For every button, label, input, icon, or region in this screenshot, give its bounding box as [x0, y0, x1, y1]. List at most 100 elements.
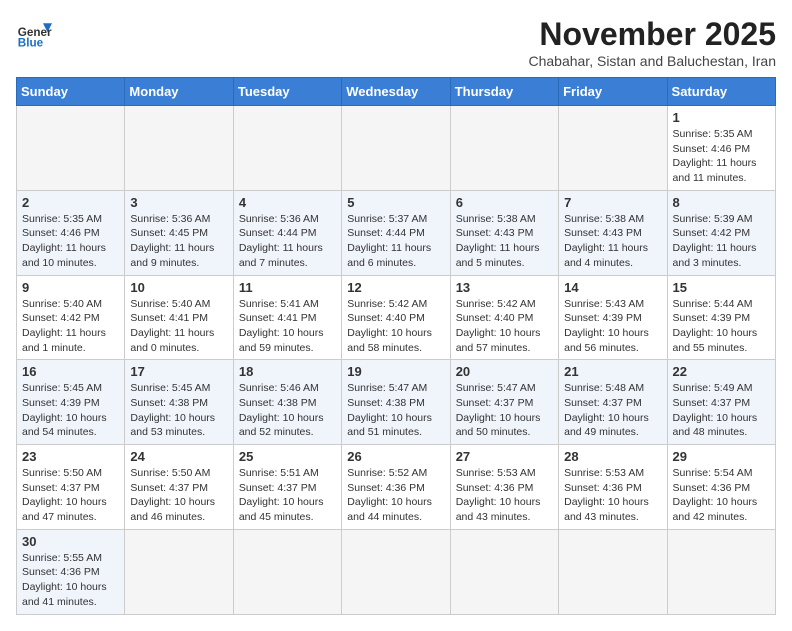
- day-info: Sunrise: 5:42 AM Sunset: 4:40 PM Dayligh…: [347, 297, 444, 356]
- calendar-day-cell: 16Sunrise: 5:45 AM Sunset: 4:39 PM Dayli…: [17, 360, 125, 445]
- calendar-day-cell: 12 Sunrise: 5:42 AM Sunset: 4:40 PM Dayli…: [342, 275, 450, 360]
- day-info: Sunrise: 5:51 AM Sunset: 4:37 PM Dayligh…: [239, 466, 336, 525]
- calendar-day-cell: [125, 529, 233, 614]
- day-info: Sunrise: 5:50 AM Sunset: 4:37 PM Dayligh…: [22, 466, 119, 525]
- weekday-header-saturday: Saturday: [667, 78, 775, 106]
- calendar-day-cell: [450, 106, 558, 191]
- calendar-table: SundayMondayTuesdayWednesdayThursdayFrid…: [16, 77, 776, 615]
- calendar-day-cell: 2 Sunrise: 5:35 AM Sunset: 4:46 PM Daylig…: [17, 190, 125, 275]
- day-number: 9: [22, 280, 119, 295]
- day-number: 1: [673, 110, 770, 125]
- day-number: 14: [564, 280, 661, 295]
- calendar-day-cell: 29 Sunrise: 5:54 AM Sunset: 4:36 PM Dayli…: [667, 445, 775, 530]
- day-info: Sunrise: 5:39 AM Sunset: 4:42 PM Dayligh…: [673, 212, 770, 271]
- day-number: 18: [239, 364, 336, 379]
- calendar-day-cell: 10Sunrise: 5:40 AM Sunset: 4:41 PM Dayli…: [125, 275, 233, 360]
- calendar-day-cell: 6 Sunrise: 5:38 AM Sunset: 4:43 PM Daylig…: [450, 190, 558, 275]
- day-info: Sunrise: 5:35 AM Sunset: 4:46 PM Dayligh…: [673, 127, 770, 186]
- day-info: Sunrise: 5:40 AM Sunset: 4:42 PM Dayligh…: [22, 297, 119, 356]
- calendar-day-cell: 9 Sunrise: 5:40 AM Sunset: 4:42 PM Daylig…: [17, 275, 125, 360]
- calendar-day-cell: [559, 529, 667, 614]
- day-info: Sunrise: 5:44 AM Sunset: 4:39 PM Dayligh…: [673, 297, 770, 356]
- day-number: 6: [456, 195, 553, 210]
- day-number: 19: [347, 364, 444, 379]
- day-info: Sunrise: 5:38 AM Sunset: 4:43 PM Dayligh…: [456, 212, 553, 271]
- day-info: Sunrise: 5:35 AM Sunset: 4:46 PM Dayligh…: [22, 212, 119, 271]
- day-info: Sunrise: 5:43 AM Sunset: 4:39 PM Dayligh…: [564, 297, 661, 356]
- calendar-day-cell: 15 Sunrise: 5:44 AM Sunset: 4:39 PM Dayli…: [667, 275, 775, 360]
- day-info: Sunrise: 5:54 AM Sunset: 4:36 PM Dayligh…: [673, 466, 770, 525]
- day-info: Sunrise: 5:41 AM Sunset: 4:41 PM Dayligh…: [239, 297, 336, 356]
- calendar-day-cell: [342, 106, 450, 191]
- logo-icon: General Blue: [16, 16, 52, 52]
- calendar-day-cell: 26 Sunrise: 5:52 AM Sunset: 4:36 PM Dayli…: [342, 445, 450, 530]
- weekday-header-thursday: Thursday: [450, 78, 558, 106]
- day-info: Sunrise: 5:48 AM Sunset: 4:37 PM Dayligh…: [564, 381, 661, 440]
- day-number: 26: [347, 449, 444, 464]
- day-info: Sunrise: 5:45 AM Sunset: 4:38 PM Dayligh…: [130, 381, 227, 440]
- subtitle: Chabahar, Sistan and Baluchestan, Iran: [528, 53, 776, 69]
- calendar-day-cell: 14 Sunrise: 5:43 AM Sunset: 4:39 PM Dayli…: [559, 275, 667, 360]
- calendar-day-cell: 17 Sunrise: 5:45 AM Sunset: 4:38 PM Dayli…: [125, 360, 233, 445]
- day-info: Sunrise: 5:45 AM Sunset: 4:39 PM Dayligh…: [22, 381, 119, 440]
- day-number: 23: [22, 449, 119, 464]
- day-info: Sunrise: 5:40 AM Sunset: 4:41 PM Dayligh…: [130, 297, 227, 356]
- calendar-day-cell: 27 Sunrise: 5:53 AM Sunset: 4:36 PM Dayli…: [450, 445, 558, 530]
- day-number: 11: [239, 280, 336, 295]
- day-number: 29: [673, 449, 770, 464]
- calendar-day-cell: [450, 529, 558, 614]
- calendar-day-cell: 22Sunrise: 5:49 AM Sunset: 4:37 PM Dayli…: [667, 360, 775, 445]
- calendar-day-cell: 20Sunrise: 5:47 AM Sunset: 4:37 PM Dayli…: [450, 360, 558, 445]
- day-number: 8: [673, 195, 770, 210]
- calendar-day-cell: 5Sunrise: 5:37 AM Sunset: 4:44 PM Daylig…: [342, 190, 450, 275]
- day-info: Sunrise: 5:38 AM Sunset: 4:43 PM Dayligh…: [564, 212, 661, 271]
- day-number: 12: [347, 280, 444, 295]
- calendar-day-cell: 7Sunrise: 5:38 AM Sunset: 4:43 PM Daylig…: [559, 190, 667, 275]
- calendar-day-cell: 24Sunrise: 5:50 AM Sunset: 4:37 PM Dayli…: [125, 445, 233, 530]
- day-number: 17: [130, 364, 227, 379]
- calendar-week-row: 16Sunrise: 5:45 AM Sunset: 4:39 PM Dayli…: [17, 360, 776, 445]
- weekday-header-wednesday: Wednesday: [342, 78, 450, 106]
- svg-text:Blue: Blue: [18, 37, 44, 50]
- weekday-header-sunday: Sunday: [17, 78, 125, 106]
- weekday-header-row: SundayMondayTuesdayWednesdayThursdayFrid…: [17, 78, 776, 106]
- day-number: 27: [456, 449, 553, 464]
- calendar-week-row: 2 Sunrise: 5:35 AM Sunset: 4:46 PM Daylig…: [17, 190, 776, 275]
- day-info: Sunrise: 5:36 AM Sunset: 4:44 PM Dayligh…: [239, 212, 336, 271]
- day-number: 4: [239, 195, 336, 210]
- calendar-day-cell: 18 Sunrise: 5:46 AM Sunset: 4:38 PM Dayli…: [233, 360, 341, 445]
- calendar-day-cell: [559, 106, 667, 191]
- day-number: 28: [564, 449, 661, 464]
- calendar-week-row: 30 Sunrise: 5:55 AM Sunset: 4:36 PM Dayli…: [17, 529, 776, 614]
- day-number: 30: [22, 534, 119, 549]
- calendar-day-cell: 4 Sunrise: 5:36 AM Sunset: 4:44 PM Daylig…: [233, 190, 341, 275]
- weekday-header-tuesday: Tuesday: [233, 78, 341, 106]
- day-number: 15: [673, 280, 770, 295]
- weekday-header-monday: Monday: [125, 78, 233, 106]
- day-number: 25: [239, 449, 336, 464]
- day-number: 5: [347, 195, 444, 210]
- day-number: 13: [456, 280, 553, 295]
- day-number: 3: [130, 195, 227, 210]
- day-info: Sunrise: 5:50 AM Sunset: 4:37 PM Dayligh…: [130, 466, 227, 525]
- day-info: Sunrise: 5:52 AM Sunset: 4:36 PM Dayligh…: [347, 466, 444, 525]
- day-info: Sunrise: 5:53 AM Sunset: 4:36 PM Dayligh…: [564, 466, 661, 525]
- calendar-day-cell: 19Sunrise: 5:47 AM Sunset: 4:38 PM Dayli…: [342, 360, 450, 445]
- calendar-day-cell: [342, 529, 450, 614]
- calendar-day-cell: 28 Sunrise: 5:53 AM Sunset: 4:36 PM Dayli…: [559, 445, 667, 530]
- calendar-day-cell: 1 Sunrise: 5:35 AM Sunset: 4:46 PM Daylig…: [667, 106, 775, 191]
- day-info: Sunrise: 5:36 AM Sunset: 4:45 PM Dayligh…: [130, 212, 227, 271]
- calendar-day-cell: 30 Sunrise: 5:55 AM Sunset: 4:36 PM Dayli…: [17, 529, 125, 614]
- logo: General Blue: [16, 16, 52, 52]
- calendar-day-cell: 13Sunrise: 5:42 AM Sunset: 4:40 PM Dayli…: [450, 275, 558, 360]
- calendar-day-cell: [233, 529, 341, 614]
- day-info: Sunrise: 5:46 AM Sunset: 4:38 PM Dayligh…: [239, 381, 336, 440]
- calendar-day-cell: [233, 106, 341, 191]
- day-info: Sunrise: 5:55 AM Sunset: 4:36 PM Dayligh…: [22, 551, 119, 610]
- day-info: Sunrise: 5:53 AM Sunset: 4:36 PM Dayligh…: [456, 466, 553, 525]
- calendar-week-row: 23 Sunrise: 5:50 AM Sunset: 4:37 PM Dayli…: [17, 445, 776, 530]
- day-number: 2: [22, 195, 119, 210]
- calendar-day-cell: 11 Sunrise: 5:41 AM Sunset: 4:41 PM Dayli…: [233, 275, 341, 360]
- calendar-day-cell: [125, 106, 233, 191]
- calendar-day-cell: [667, 529, 775, 614]
